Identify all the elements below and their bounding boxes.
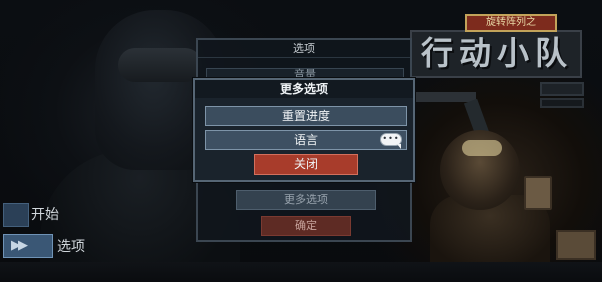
options-panel-title: 选项 [198, 40, 410, 58]
double-chevron-right-icon: ▶▶ [11, 238, 28, 253]
rifle-barrel [416, 92, 476, 102]
close-button[interactable]: 关闭 [254, 154, 358, 175]
sign-plank-lower [540, 98, 584, 108]
foreground-soldier-goggles [462, 140, 502, 156]
ground-strip [0, 262, 602, 282]
supply-barrel [524, 176, 552, 210]
more-options-button[interactable]: 更多选项 [236, 190, 376, 210]
reset-progress-button[interactable]: 重置进度 [205, 106, 407, 126]
speech-bubble-icon: ••• [380, 133, 402, 149]
more-options-dialog-title: 更多选项 [195, 80, 413, 98]
sign-plank [540, 82, 584, 96]
menu-start-button[interactable] [3, 203, 29, 227]
game-title-text: 行动小队 [420, 34, 573, 72]
background-soldier-goggles [118, 48, 202, 82]
language-button-label: 语言 [293, 133, 318, 147]
confirm-button[interactable]: 确定 [261, 216, 351, 236]
more-options-dialog: 更多选项 重置进度 语言 ••• 关闭 [193, 78, 415, 182]
language-button[interactable]: 语言 ••• [205, 130, 407, 150]
menu-options-button[interactable]: ▶▶ [3, 234, 53, 258]
supply-crate [556, 230, 596, 260]
game-scene: 行动小队 旋转阵列之 开始 ▶▶ 选项 选项 音量 更多选项 确定 更多选项 重… [0, 0, 602, 282]
game-title-ribbon: 旋转阵列之 [465, 14, 557, 32]
menu-options-label[interactable]: 选项 [57, 238, 85, 256]
menu-start-label[interactable]: 开始 [31, 206, 59, 224]
